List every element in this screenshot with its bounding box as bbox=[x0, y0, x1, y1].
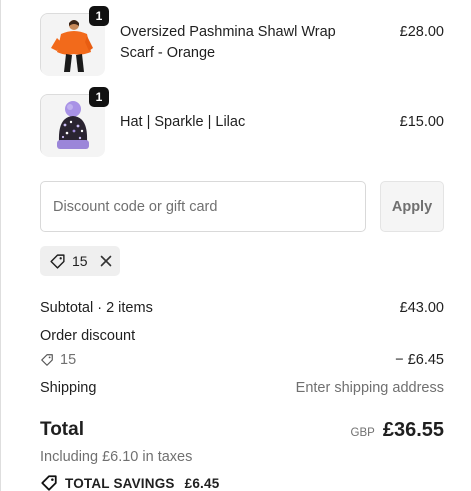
discount-value: − £6.45 bbox=[395, 352, 444, 368]
discount-code-text: 15 bbox=[60, 352, 77, 368]
close-icon[interactable] bbox=[100, 255, 112, 267]
tag-icon bbox=[49, 253, 66, 270]
shipping-label: Shipping bbox=[40, 380, 97, 396]
quantity-badge: 1 bbox=[89, 87, 109, 107]
taxes-note: Including £6.10 in taxes bbox=[40, 449, 193, 465]
total-row: Total GBP £36.55 bbox=[40, 416, 444, 444]
tag-icon bbox=[40, 474, 58, 491]
line-item: 1 Oversized Pashmina Shawl Wrap Scarf - … bbox=[40, 6, 444, 76]
subtotal-label: Subtotal · 2 items bbox=[40, 300, 153, 316]
subtotal-row: Subtotal · 2 items £43.00 bbox=[40, 298, 444, 318]
discount-code-info: 15 bbox=[40, 352, 76, 368]
discount-code-input[interactable] bbox=[40, 181, 366, 232]
product-title: Hat | Sparkle | Lilac bbox=[120, 114, 246, 130]
product-title: Oversized Pashmina Shawl Wrap Scarf - Or… bbox=[120, 24, 336, 61]
discount-code-row: 15 − £6.45 bbox=[40, 350, 444, 370]
applied-discount-chip: 15 bbox=[40, 246, 120, 276]
shipping-value: Enter shipping address bbox=[295, 380, 444, 396]
order-discount-label: Order discount bbox=[40, 328, 136, 344]
total-savings: TOTAL SAVINGS £6.45 bbox=[40, 474, 219, 491]
savings-amount: £6.45 bbox=[184, 475, 220, 491]
product-thumbnail: 1 bbox=[40, 6, 109, 76]
discount-code-label: 15 bbox=[72, 253, 88, 269]
apply-discount-button[interactable]: Apply bbox=[380, 181, 444, 232]
product-thumbnail: 1 bbox=[40, 87, 109, 157]
subtotal-value: £43.00 bbox=[399, 300, 444, 316]
currency-code: GBP bbox=[350, 426, 375, 439]
quantity-badge: 1 bbox=[89, 6, 109, 26]
total-amount: £36.55 bbox=[382, 418, 444, 441]
total-amount-group: GBP £36.55 bbox=[351, 419, 444, 442]
product-price: £28.00 bbox=[399, 24, 444, 40]
product-price: £15.00 bbox=[399, 114, 444, 130]
order-discount-row: Order discount bbox=[40, 326, 444, 346]
taxes-row: Including £6.10 in taxes bbox=[40, 447, 444, 467]
line-item: 1 Hat | Sparkle | Lilac £15.00 bbox=[40, 87, 444, 157]
shipping-row: Shipping Enter shipping address bbox=[40, 378, 444, 398]
panel-divider bbox=[0, 0, 1, 491]
savings-label: TOTAL SAVINGS bbox=[65, 475, 175, 491]
total-label: Total bbox=[40, 419, 84, 440]
tag-icon bbox=[40, 353, 54, 367]
